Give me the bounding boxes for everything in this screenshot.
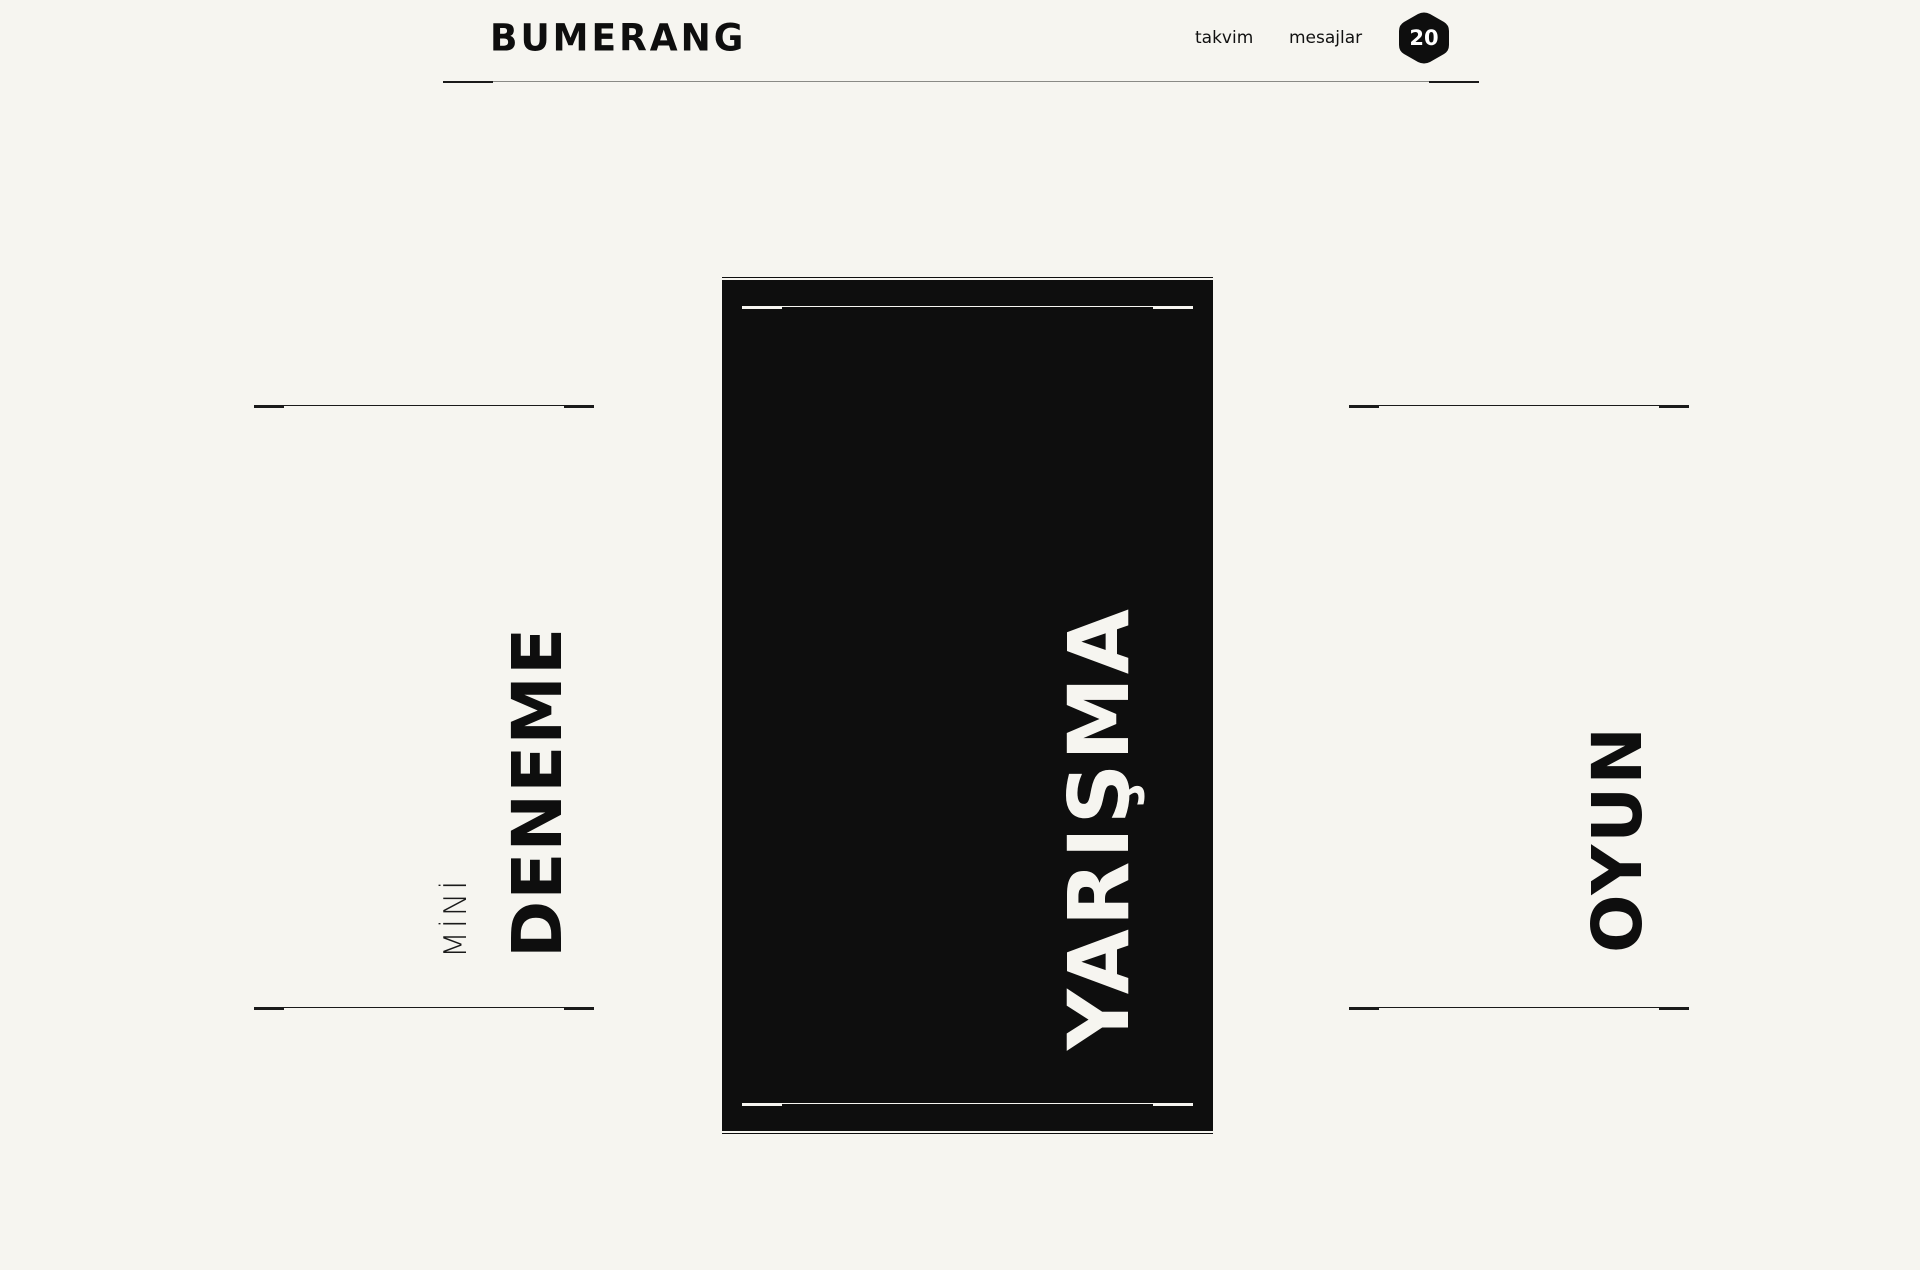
nav-link-messages[interactable]: mesajlar <box>1289 28 1362 48</box>
level-badge[interactable]: 20 <box>1398 11 1450 65</box>
card-bottom-rule <box>254 1007 594 1010</box>
card-bottom-rule <box>742 1103 1193 1106</box>
badge-count: 20 <box>1409 26 1439 50</box>
header-divider <box>443 80 1479 84</box>
card-yarisma-label: YARIŞMA <box>1050 606 1148 1050</box>
card-top-rule <box>1349 405 1689 408</box>
nav-link-calendar[interactable]: takvim <box>1195 28 1253 48</box>
card-mini-label-small: MİNİ <box>438 877 474 958</box>
brand-logo[interactable]: BUMERANG <box>490 17 746 60</box>
card-top-rule <box>254 405 594 408</box>
top-header: BUMERANG takvim mesajlar 20 <box>0 0 1920 100</box>
card-bottom-rule <box>1349 1007 1689 1010</box>
card-oyun-label: OYUN <box>1578 725 1658 953</box>
card-mini-label-big: DENEME <box>498 626 578 958</box>
card-top-rule <box>742 306 1193 309</box>
